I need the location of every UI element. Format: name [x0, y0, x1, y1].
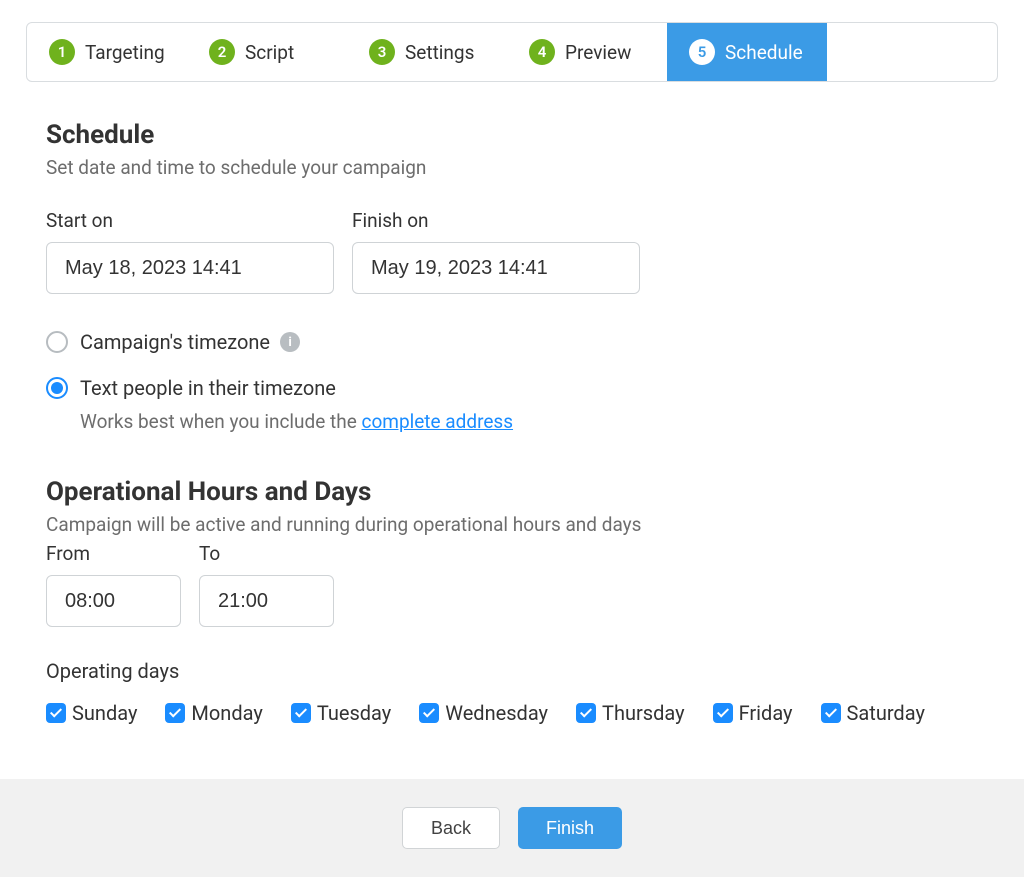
day-label: Saturday	[847, 701, 925, 725]
footer: Back Finish	[0, 779, 1024, 877]
tab-settings[interactable]: 3 Settings	[347, 23, 507, 81]
from-label: From	[46, 542, 181, 565]
tab-targeting[interactable]: 1 Targeting	[27, 23, 187, 81]
operating-days-row: Sunday Monday Tuesday Wednesday Thursday…	[46, 701, 998, 725]
start-on-input[interactable]	[46, 242, 334, 294]
finish-button[interactable]: Finish	[518, 807, 622, 849]
day-checkbox-monday[interactable]: Monday	[165, 701, 262, 725]
radio-label: Text people in their timezone	[80, 376, 336, 400]
operational-section: Operational Hours and Days Campaign will…	[26, 477, 998, 725]
checkbox-icon	[46, 703, 66, 723]
info-icon[interactable]: i	[280, 332, 300, 352]
day-checkbox-tuesday[interactable]: Tuesday	[291, 701, 391, 725]
step-number-icon: 1	[49, 39, 75, 65]
checkbox-icon	[821, 703, 841, 723]
radio-people-timezone[interactable]	[46, 377, 68, 399]
complete-address-link[interactable]: complete address	[362, 410, 514, 433]
finish-on-label: Finish on	[352, 209, 640, 232]
checkbox-icon	[165, 703, 185, 723]
radio-label: Campaign's timezone	[80, 330, 270, 354]
radio-campaign-timezone[interactable]	[46, 331, 68, 353]
schedule-section: Schedule Set date and time to schedule y…	[26, 120, 998, 433]
day-checkbox-sunday[interactable]: Sunday	[46, 701, 137, 725]
step-number-icon: 4	[529, 39, 555, 65]
day-checkbox-saturday[interactable]: Saturday	[821, 701, 925, 725]
day-label: Monday	[191, 701, 262, 725]
timezone-radio-group: Campaign's timezone i Text people in the…	[46, 330, 998, 433]
step-number-icon: 5	[689, 39, 715, 65]
section-description: Set date and time to schedule your campa…	[46, 156, 998, 179]
day-checkbox-friday[interactable]: Friday	[713, 701, 793, 725]
section-description: Campaign will be active and running duri…	[46, 513, 998, 536]
day-checkbox-wednesday[interactable]: Wednesday	[419, 701, 548, 725]
start-on-label: Start on	[46, 209, 334, 232]
tab-label: Script	[245, 41, 294, 64]
to-time-input[interactable]	[199, 575, 334, 627]
day-checkbox-thursday[interactable]: Thursday	[576, 701, 685, 725]
step-number-icon: 3	[369, 39, 395, 65]
day-label: Wednesday	[445, 701, 548, 725]
tab-script[interactable]: 2 Script	[187, 23, 347, 81]
day-label: Thursday	[602, 701, 685, 725]
checkbox-icon	[576, 703, 596, 723]
tab-label: Preview	[565, 41, 631, 64]
radio-help-text: Works best when you include the complete…	[80, 410, 998, 433]
checkbox-icon	[291, 703, 311, 723]
tab-preview[interactable]: 4 Preview	[507, 23, 667, 81]
day-label: Tuesday	[317, 701, 391, 725]
day-label: Sunday	[72, 701, 137, 725]
checkbox-icon	[419, 703, 439, 723]
wizard-tabs: 1 Targeting 2 Script 3 Settings 4 Previe…	[26, 22, 998, 82]
section-title: Schedule	[46, 120, 998, 150]
tab-label: Schedule	[725, 41, 803, 64]
tab-schedule[interactable]: 5 Schedule	[667, 23, 827, 81]
finish-on-input[interactable]	[352, 242, 640, 294]
day-label: Friday	[739, 701, 793, 725]
to-label: To	[199, 542, 334, 565]
tab-label: Settings	[405, 41, 474, 64]
tab-label: Targeting	[85, 41, 165, 64]
from-time-input[interactable]	[46, 575, 181, 627]
section-title: Operational Hours and Days	[46, 477, 998, 507]
operating-days-label: Operating days	[46, 659, 998, 683]
checkbox-icon	[713, 703, 733, 723]
step-number-icon: 2	[209, 39, 235, 65]
back-button[interactable]: Back	[402, 807, 500, 849]
